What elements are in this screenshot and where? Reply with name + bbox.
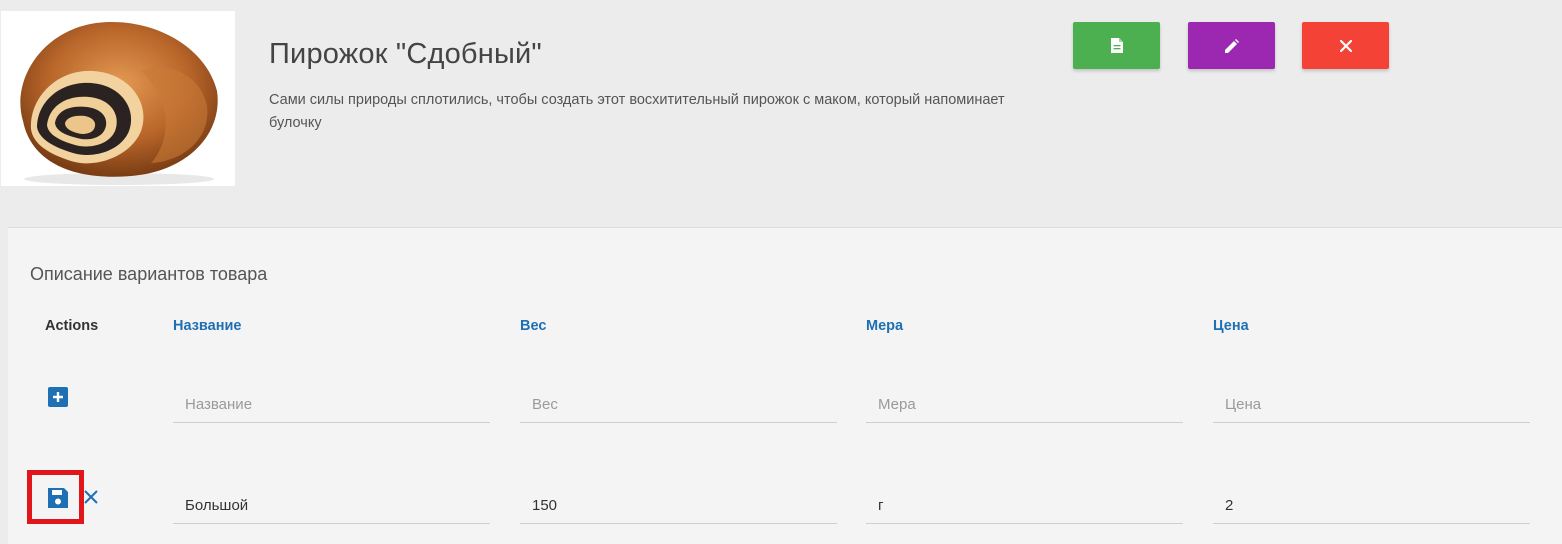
edit-name-input[interactable] [173, 488, 490, 524]
variants-panel: Описание вариантов товара Actions Назван… [8, 227, 1562, 544]
plus-icon [53, 392, 63, 402]
product-title: Пирожок "Сдобный" [269, 38, 542, 70]
add-variant-button[interactable] [48, 387, 68, 407]
document-icon [1110, 38, 1123, 53]
column-header-name[interactable]: Название [173, 318, 241, 334]
edit-price-input[interactable] [1213, 488, 1530, 524]
save-variant-button[interactable] [46, 486, 70, 510]
poppy-seed-roll-image [1, 11, 235, 186]
delete-button[interactable] [1302, 22, 1389, 69]
close-icon [1339, 39, 1352, 52]
pencil-icon [1224, 38, 1239, 53]
document-button[interactable] [1073, 22, 1160, 69]
edit-weight-input[interactable] [520, 488, 837, 524]
floppy-disk-icon [48, 488, 68, 508]
edit-measure-input[interactable] [866, 488, 1183, 524]
new-price-input[interactable] [1213, 387, 1530, 423]
product-image [1, 11, 235, 186]
edit-button[interactable] [1188, 22, 1275, 69]
column-header-measure[interactable]: Мера [866, 318, 903, 334]
column-header-price[interactable]: Цена [1213, 318, 1249, 334]
product-description: Сами силы природы сплотились, чтобы созд… [269, 92, 1005, 131]
new-weight-input[interactable] [520, 387, 837, 423]
new-measure-input[interactable] [866, 387, 1183, 423]
column-header-actions: Actions [45, 318, 99, 334]
cancel-edit-button[interactable] [81, 487, 101, 507]
column-header-weight[interactable]: Вес [520, 318, 546, 334]
close-icon [84, 490, 98, 504]
new-name-input[interactable] [173, 387, 490, 423]
variants-title: Описание вариантов товара [30, 264, 268, 284]
